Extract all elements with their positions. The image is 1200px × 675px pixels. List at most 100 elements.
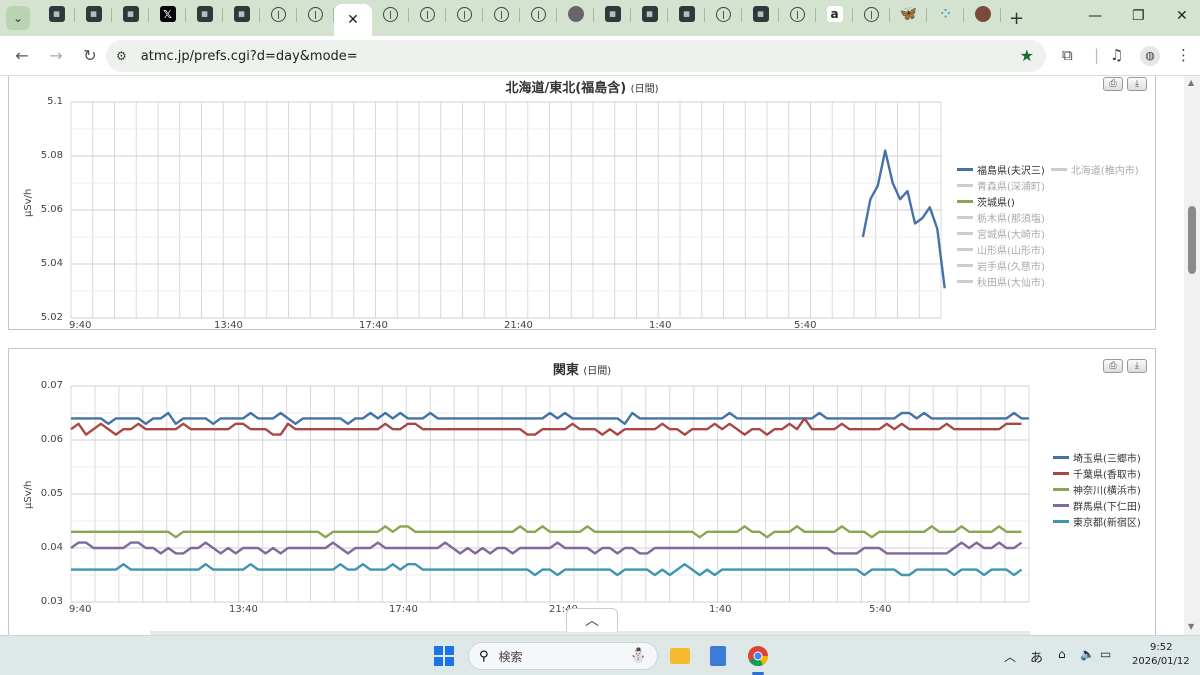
notepad-button[interactable]	[706, 644, 730, 668]
profile-avatar[interactable]: ◍	[1140, 46, 1160, 66]
legend-label: 千葉県(香取市)	[1073, 469, 1141, 481]
extensions-icon[interactable]: ⧉	[1062, 46, 1073, 64]
minimize-button[interactable]: —	[1088, 8, 1102, 24]
legend-item[interactable]: 青森県(深浦町)	[957, 178, 1045, 193]
legend-swatch	[1053, 471, 1069, 475]
circle-site-icon: |	[271, 6, 286, 22]
ime-indicator[interactable]: あ	[1030, 647, 1043, 666]
y-tick-label: 0.03	[40, 596, 63, 607]
browser-tab[interactable]: |	[297, 0, 334, 28]
bookmark-star-icon[interactable]: ★	[1020, 46, 1034, 65]
legend-item[interactable]: 千葉県(香取市)	[1053, 466, 1141, 481]
browser-tab[interactable]	[964, 0, 1001, 28]
chart-panel-tohoku: 北海道/東北(福島含) (日間) ⎙ ⤓ μSv/h 福島県(夫沢三) 北海道(稚…	[8, 76, 1156, 331]
browser-tab[interactable]: |	[372, 0, 409, 28]
browser-tab[interactable]: |	[779, 0, 816, 28]
globe-icon	[567, 6, 584, 22]
legend-label: 岩手県(久慈市)	[977, 261, 1045, 273]
legend-swatch	[957, 279, 973, 283]
window-close-button[interactable]: ✕	[1176, 8, 1188, 24]
legend-item[interactable]: 岩手県(久慈市)	[957, 258, 1045, 273]
legend-item[interactable]: 秋田県(大仙市)	[957, 274, 1045, 289]
browser-tab[interactable]: ✕	[334, 4, 372, 36]
legend-label: 山形県(山形市)	[977, 245, 1045, 257]
volume-icon[interactable]: 🔈	[1080, 647, 1095, 661]
browser-tab[interactable]: |	[520, 0, 557, 28]
browser-tab[interactable]: 🦋	[890, 0, 927, 28]
media-control-icon[interactable]: ♫	[1110, 46, 1123, 64]
legend-item[interactable]: 福島県(夫沢三)	[957, 162, 1045, 177]
legend-item[interactable]: 神奈川(横浜市)	[1053, 482, 1141, 497]
browser-toolbar: ← → ↻ ⚙ atmc.jp/prefs.cgi?d=day&mode= ★ …	[0, 36, 1200, 76]
browser-tab[interactable]: |	[705, 0, 742, 28]
browser-tab[interactable]: ▦	[668, 0, 705, 28]
browser-tab[interactable]: |	[409, 0, 446, 28]
browser-tab[interactable]	[557, 0, 594, 28]
x-tick-label: 9:40	[69, 320, 92, 331]
site-info-icon[interactable]: ⚙	[116, 49, 127, 63]
browser-tab[interactable]: |	[483, 0, 520, 28]
circle-site-icon: |	[420, 6, 435, 22]
legend-item[interactable]: 埼玉県(三郷市)	[1053, 450, 1141, 465]
browser-tab[interactable]: ⁘	[927, 0, 964, 28]
browser-tab[interactable]: 𝕏	[149, 0, 186, 28]
clock-date[interactable]: 2026/01/12	[1132, 656, 1190, 667]
network-icon[interactable]: ⌂	[1058, 647, 1066, 661]
site-dark-icon: ▦	[604, 6, 621, 22]
browser-tab[interactable]: ▦	[594, 0, 631, 28]
show-hidden-icons-icon[interactable]: ︿	[1004, 648, 1016, 665]
file-explorer-button[interactable]	[668, 644, 692, 668]
browser-tab[interactable]: ▦	[75, 0, 112, 28]
browser-tab[interactable]: ▦	[742, 0, 779, 28]
chart-legend: 福島県(夫沢三) 北海道(稚内市) 青森県(深浦町) 茨城県() 栃木県(那須塩) 宮城県…	[957, 161, 1145, 289]
circle-site-icon: |	[790, 6, 805, 22]
windows-logo-icon	[434, 646, 454, 666]
battery-icon[interactable]: ▭	[1100, 647, 1111, 661]
kebab-menu-icon[interactable]: ⋮	[1176, 46, 1191, 64]
legend-item[interactable]: 茨城県()	[957, 194, 1015, 209]
legend-item[interactable]: 栃木県(那須塩)	[957, 210, 1045, 225]
maximize-button[interactable]: ❐	[1132, 8, 1145, 24]
browser-tab[interactable]: ▦	[38, 0, 75, 28]
site-dark-icon: ▦	[752, 6, 769, 22]
browser-tab[interactable]: |	[853, 0, 890, 28]
forward-button[interactable]: →	[40, 46, 72, 65]
legend-row: 秋田県(大仙市)	[957, 273, 1145, 289]
address-bar[interactable]: ⚙ atmc.jp/prefs.cgi?d=day&mode= ★	[106, 40, 1046, 72]
back-button[interactable]: ←	[6, 46, 38, 65]
legend-item[interactable]: 群馬県(下仁田)	[1053, 498, 1141, 513]
legend-item[interactable]: 東京都(新宿区)	[1053, 514, 1141, 529]
browser-tab[interactable]: |	[260, 0, 297, 28]
legend-label: 東京都(新宿区)	[1073, 517, 1141, 529]
windows-taskbar: ⚲ 検索 ⛄ ︿ あ ⌂ 🔈 ▭ 9:52 2026/01/12	[0, 635, 1200, 675]
scroll-thumb[interactable]	[1188, 206, 1196, 274]
browser-tab[interactable]: a	[816, 0, 853, 28]
new-tab-button[interactable]: +	[1009, 8, 1024, 29]
reload-button[interactable]: ↻	[74, 46, 106, 65]
scroll-top-button[interactable]: ︿	[566, 608, 618, 632]
taskbar-search[interactable]: ⚲ 検索 ⛄	[468, 642, 658, 670]
browser-tab[interactable]: ▦	[112, 0, 149, 28]
url-text[interactable]: atmc.jp/prefs.cgi?d=day&mode=	[141, 49, 358, 64]
chrome-button[interactable]	[746, 644, 770, 668]
scroll-up-arrow-icon[interactable]: ▲	[1188, 78, 1194, 87]
legend-row: 神奈川(横浜市)	[1053, 481, 1147, 497]
series-line	[71, 563, 1023, 577]
browser-tab[interactable]: |	[446, 0, 483, 28]
legend-row: 群馬県(下仁田)	[1053, 497, 1147, 513]
legend-item[interactable]: 北海道(稚内市)	[1050, 162, 1139, 177]
legend-item[interactable]: 山形県(山形市)	[957, 242, 1045, 257]
clock-time[interactable]: 9:52	[1150, 642, 1172, 653]
page-scrollbar[interactable]: ▲ ▼	[1184, 76, 1200, 635]
tab-search-button[interactable]: ⌄	[6, 6, 30, 30]
close-icon[interactable]: ✕	[347, 12, 359, 28]
scroll-down-arrow-icon[interactable]: ▼	[1188, 622, 1194, 631]
divider: |	[1094, 46, 1100, 64]
legend-item[interactable]: 宮城県(大崎市)	[957, 226, 1045, 241]
browser-tab[interactable]: ▦	[223, 0, 260, 28]
start-button[interactable]	[432, 644, 456, 668]
x-tick-label: 17:40	[359, 320, 388, 331]
browser-tab[interactable]: ▦	[631, 0, 668, 28]
browser-tab[interactable]: ▦	[186, 0, 223, 28]
y-tick-label: 0.04	[40, 542, 63, 553]
